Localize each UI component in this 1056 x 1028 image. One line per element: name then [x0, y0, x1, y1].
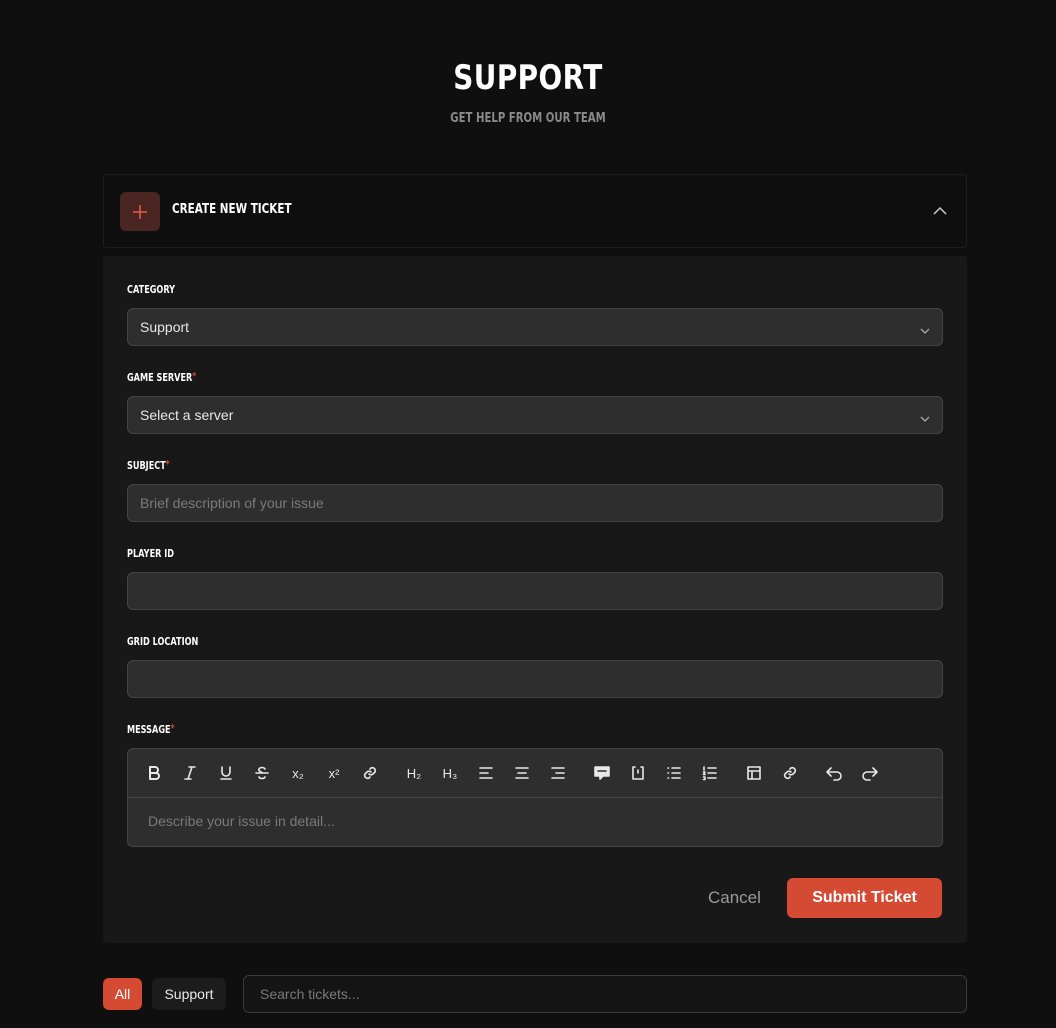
create-ticket-title: CREATE NEW TICKET [172, 202, 292, 217]
strikethrough-icon[interactable] [250, 761, 274, 785]
align-center-icon[interactable] [510, 761, 534, 785]
link-icon[interactable] [778, 761, 802, 785]
required-marker: * [170, 723, 175, 734]
underline-icon[interactable] [214, 761, 238, 785]
ticket-form: CATEGORY Support GAME SERVER* Select a s… [103, 256, 967, 943]
subject-placeholder: Brief description of your issue [140, 495, 324, 511]
subscript-icon[interactable]: x₂ [286, 761, 310, 785]
player-id-input[interactable] [127, 572, 943, 610]
undo-icon[interactable] [822, 761, 846, 785]
chevron-down-icon [920, 323, 930, 339]
search-tickets-input[interactable] [243, 975, 967, 1013]
chevron-down-icon [920, 411, 930, 427]
filter-support-button[interactable]: Support [152, 978, 226, 1010]
grid-location-label: GRID LOCATION [127, 635, 199, 648]
redo-icon[interactable] [858, 761, 882, 785]
player-id-label: PLAYER ID [127, 547, 175, 560]
italic-icon[interactable] [178, 761, 202, 785]
comment-icon[interactable] [590, 761, 614, 785]
cancel-button[interactable]: Cancel [708, 888, 761, 908]
subject-label: SUBJECT* [127, 459, 170, 472]
grid-location-input[interactable] [127, 660, 943, 698]
bold-icon[interactable] [142, 761, 166, 785]
create-ticket-toggle[interactable]: CREATE NEW TICKET [103, 174, 967, 248]
bullet-list-icon[interactable] [662, 761, 686, 785]
message-placeholder: Describe your issue in detail... [148, 813, 335, 829]
align-right-icon[interactable] [546, 761, 570, 785]
game-server-value: Select a server [140, 407, 234, 423]
heading-2-icon[interactable]: H₂ [402, 761, 426, 785]
category-select[interactable]: Support [127, 308, 943, 346]
submit-ticket-button[interactable]: Submit Ticket [787, 878, 942, 918]
required-marker: * [192, 371, 197, 382]
filter-all-button[interactable]: All [103, 978, 142, 1010]
category-value: Support [140, 319, 190, 335]
category-label: CATEGORY [127, 283, 176, 296]
page-title: SUPPORT [453, 58, 603, 98]
plus-icon [120, 192, 160, 231]
page-subtitle: GET HELP FROM OUR TEAM [450, 111, 606, 126]
subject-input[interactable]: Brief description of your issue [127, 484, 943, 522]
message-label: MESSAGE* [127, 723, 175, 736]
game-server-select[interactable]: Select a server [127, 396, 943, 434]
chevron-up-icon[interactable] [932, 203, 948, 224]
numbered-list-icon[interactable] [698, 761, 722, 785]
editor-toolbar: x₂ x² H₂ H₃ [128, 749, 942, 798]
heading-3-icon[interactable]: H₃ [438, 761, 462, 785]
align-left-icon[interactable] [474, 761, 498, 785]
table-icon[interactable] [742, 761, 766, 785]
required-marker: * [165, 459, 170, 470]
message-editor[interactable]: x₂ x² H₂ H₃ Describe your issue in detai… [127, 748, 943, 847]
game-server-label: GAME SERVER* [127, 371, 197, 384]
code-block-icon[interactable] [626, 761, 650, 785]
link-icon[interactable] [358, 761, 382, 785]
superscript-icon[interactable]: x² [322, 761, 346, 785]
